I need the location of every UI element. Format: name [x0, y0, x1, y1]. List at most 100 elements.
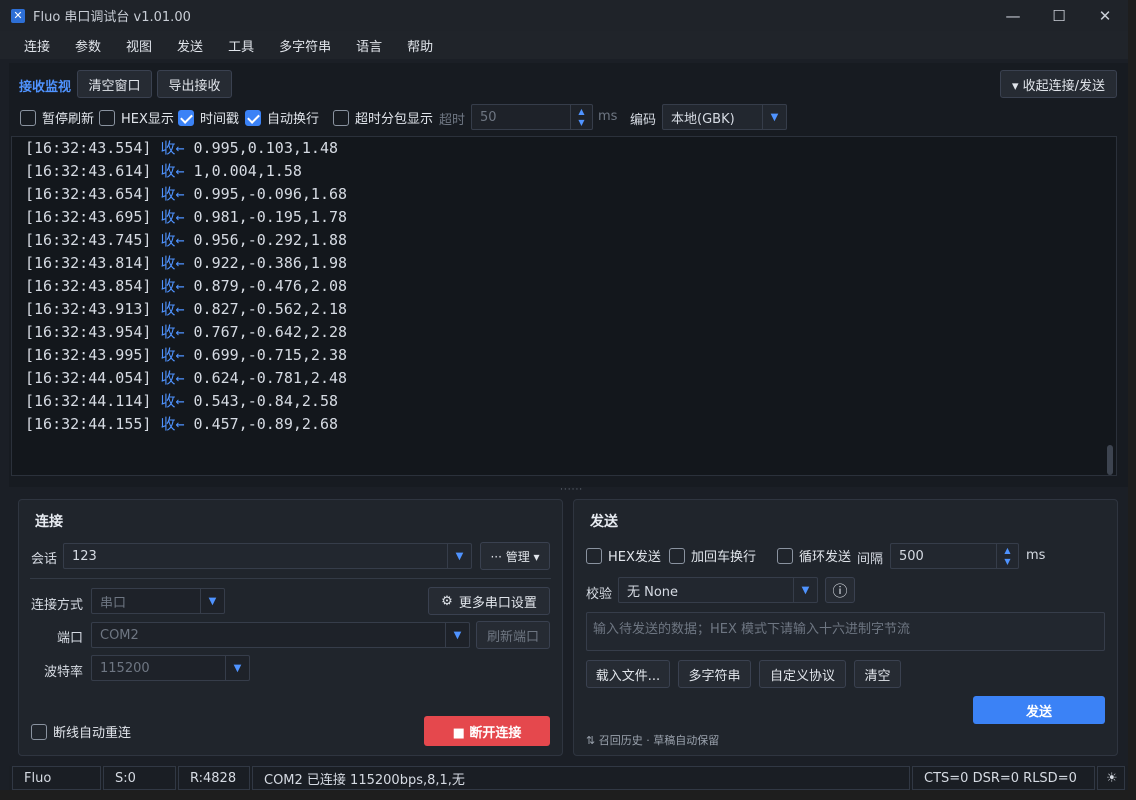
session-label: 会话: [31, 552, 58, 567]
load-file-button[interactable]: 载入文件...: [586, 660, 670, 688]
multi-string-button[interactable]: 多字符串: [678, 660, 751, 688]
log-line: [16:32:43.654] 收← 0.995,-0.096,1.68: [25, 185, 348, 203]
log-line: [16:32:43.854] 收← 0.879,-0.476,2.08: [25, 277, 348, 295]
log-line: [16:32:43.614] 收← 1,0.004,1.58: [25, 162, 302, 180]
log-line: [16:32:43.554] 收← 0.995,0.103,1.48: [25, 139, 339, 157]
menu-tools[interactable]: 工具: [216, 36, 267, 55]
send-button[interactable]: 发送: [973, 696, 1105, 724]
session-select[interactable]: 123 ▼: [63, 543, 472, 569]
checkbox-box[interactable]: [20, 109, 36, 126]
splitter-handle[interactable]: ······: [560, 486, 582, 495]
encoding-label: 编码: [630, 113, 657, 128]
port-label: 端口: [57, 631, 84, 646]
checkbox-box[interactable]: [31, 723, 47, 740]
checkbox-box[interactable]: [586, 547, 602, 564]
chevron-down-icon[interactable]: ▼: [225, 656, 249, 680]
interval-spinner[interactable]: ▲ ▼: [996, 544, 1018, 568]
log-line: [16:32:44.114] 收← 0.543,-0.84,2.58: [25, 392, 339, 410]
log-line: [16:32:44.054] 收← 0.624,-0.781,2.48: [25, 369, 348, 387]
log-scrollbar[interactable]: [1107, 445, 1113, 475]
checksum-label: 校验: [586, 587, 613, 602]
maximize-button[interactable]: ☐: [1036, 0, 1082, 31]
interval-input[interactable]: 500 ▲ ▼: [890, 543, 1019, 569]
checksum-select[interactable]: 无 None ▼: [618, 577, 818, 603]
receive-log[interactable]: [16:32:43.554] 收← 0.995,0.103,1.48 [16:3…: [11, 136, 1117, 476]
export-receive-button[interactable]: 导出接收: [157, 70, 232, 98]
timeout-input[interactable]: 50 ▲ ▼: [471, 104, 593, 130]
collapse-panel-button[interactable]: ▾ 收起连接/发送: [1000, 70, 1117, 98]
menu-help[interactable]: 帮助: [395, 36, 446, 55]
checkbox-box[interactable]: [777, 547, 793, 564]
method-label: 连接方式: [31, 598, 84, 613]
menu-view[interactable]: 视图: [114, 36, 165, 55]
menu-bar: 连接 参数 视图 发送 工具 多字符串 语言 帮助: [0, 31, 1128, 59]
interval-label: 间隔: [857, 552, 884, 567]
spin-up-icon[interactable]: ▲: [1004, 545, 1010, 556]
log-line: [16:32:43.814] 收← 0.922,-0.386,1.98: [25, 254, 348, 272]
timeout-split-checkbox[interactable]: 超时分包显示: [333, 108, 433, 127]
auto-reconnect-checkbox[interactable]: 断线自动重连: [31, 722, 131, 741]
menu-language[interactable]: 语言: [344, 36, 395, 55]
manage-button[interactable]: ··· 管理 ▾: [480, 542, 550, 570]
divider: [30, 578, 551, 579]
send-data-input[interactable]: 输入待发送的数据；HEX 模式下请输入十六进制字节流: [586, 612, 1105, 651]
menu-connect[interactable]: 连接: [12, 36, 63, 55]
log-line: [16:32:43.695] 收← 0.981,-0.195,1.78: [25, 208, 348, 226]
status-signals: CTS=0 DSR=0 RLSD=0: [912, 766, 1095, 790]
info-icon: ⓘ: [832, 581, 848, 600]
background-editor-strip: [0, 790, 1136, 800]
minimize-button[interactable]: —: [990, 0, 1036, 31]
background-editor-edge: [1128, 0, 1136, 800]
checkbox-box[interactable]: [333, 109, 349, 126]
theme-toggle-icon[interactable]: ☀: [1097, 766, 1125, 790]
receive-title: 接收监视: [19, 80, 72, 95]
menu-params[interactable]: 参数: [63, 36, 114, 55]
chevron-down-icon[interactable]: ▼: [445, 623, 469, 647]
spin-down-icon[interactable]: ▼: [1004, 556, 1010, 567]
disconnect-button[interactable]: ■ 断开连接: [424, 716, 550, 746]
chevron-down-icon[interactable]: ▼: [793, 578, 817, 602]
timestamp-checkbox[interactable]: 时间戳: [178, 108, 239, 127]
loop-send-checkbox[interactable]: 循环发送: [777, 546, 851, 565]
status-app: Fluo: [12, 766, 101, 790]
hex-send-checkbox[interactable]: HEX发送: [586, 546, 661, 565]
status-received-count: R:4828: [178, 766, 250, 790]
chevron-down-icon[interactable]: ▼: [762, 105, 786, 129]
hex-display-checkbox[interactable]: HEX显示: [99, 108, 174, 127]
chevron-down-icon[interactable]: ▼: [200, 589, 224, 613]
log-line: [16:32:43.995] 收← 0.699,-0.715,2.38: [25, 346, 348, 364]
status-bar: Fluo S:0 R:4828 COM2 已连接 115200bps,8,1,无…: [9, 766, 1128, 790]
add-crlf-checkbox[interactable]: 加回车换行: [669, 546, 756, 565]
send-title: 发送: [590, 514, 618, 530]
clear-window-button[interactable]: 清空窗口: [77, 70, 152, 98]
checkbox-box-checked[interactable]: [178, 109, 194, 126]
menu-multi-string[interactable]: 多字符串: [267, 36, 344, 55]
status-connection: COM2 已连接 115200bps,8,1,无: [252, 766, 910, 790]
chevron-down-icon[interactable]: ▼: [447, 544, 471, 568]
log-line: [16:32:44.155] 收← 0.457,-0.89,2.68: [25, 415, 339, 433]
checkbox-box-checked[interactable]: [245, 109, 261, 126]
more-settings-button[interactable]: ⚙ 更多串口设置: [428, 587, 550, 615]
spin-up-icon[interactable]: ▲: [578, 106, 584, 117]
checkbox-box[interactable]: [99, 109, 115, 126]
history-hint[interactable]: ⇅ 召回历史 · 草稿自动保留: [586, 732, 719, 748]
checkbox-box[interactable]: [669, 547, 685, 564]
custom-protocol-button[interactable]: 自定义协议: [759, 660, 846, 688]
encoding-select[interactable]: 本地(GBK) ▼: [662, 104, 787, 130]
spin-down-icon[interactable]: ▼: [578, 117, 584, 128]
interval-unit: ms: [1026, 548, 1046, 563]
port-select[interactable]: COM2 ▼: [91, 622, 470, 648]
pause-refresh-checkbox[interactable]: 暂停刷新: [20, 108, 94, 127]
log-line: [16:32:43.913] 收← 0.827,-0.562,2.18: [25, 300, 348, 318]
close-button[interactable]: ✕: [1082, 0, 1128, 31]
clear-send-button[interactable]: 清空: [854, 660, 901, 688]
method-select[interactable]: 串口 ▼: [91, 588, 225, 614]
refresh-ports-button[interactable]: 刷新端口: [476, 621, 550, 649]
baud-select[interactable]: 115200 ▼: [91, 655, 250, 681]
info-button[interactable]: ⓘ: [825, 577, 855, 603]
menu-send[interactable]: 发送: [165, 36, 216, 55]
status-sent-count: S:0: [103, 766, 176, 790]
autowrap-checkbox[interactable]: 自动换行: [245, 108, 319, 127]
timeout-spinner[interactable]: ▲ ▼: [570, 105, 592, 129]
window-title: Fluo 串口调试台 v1.01.00: [33, 10, 191, 25]
